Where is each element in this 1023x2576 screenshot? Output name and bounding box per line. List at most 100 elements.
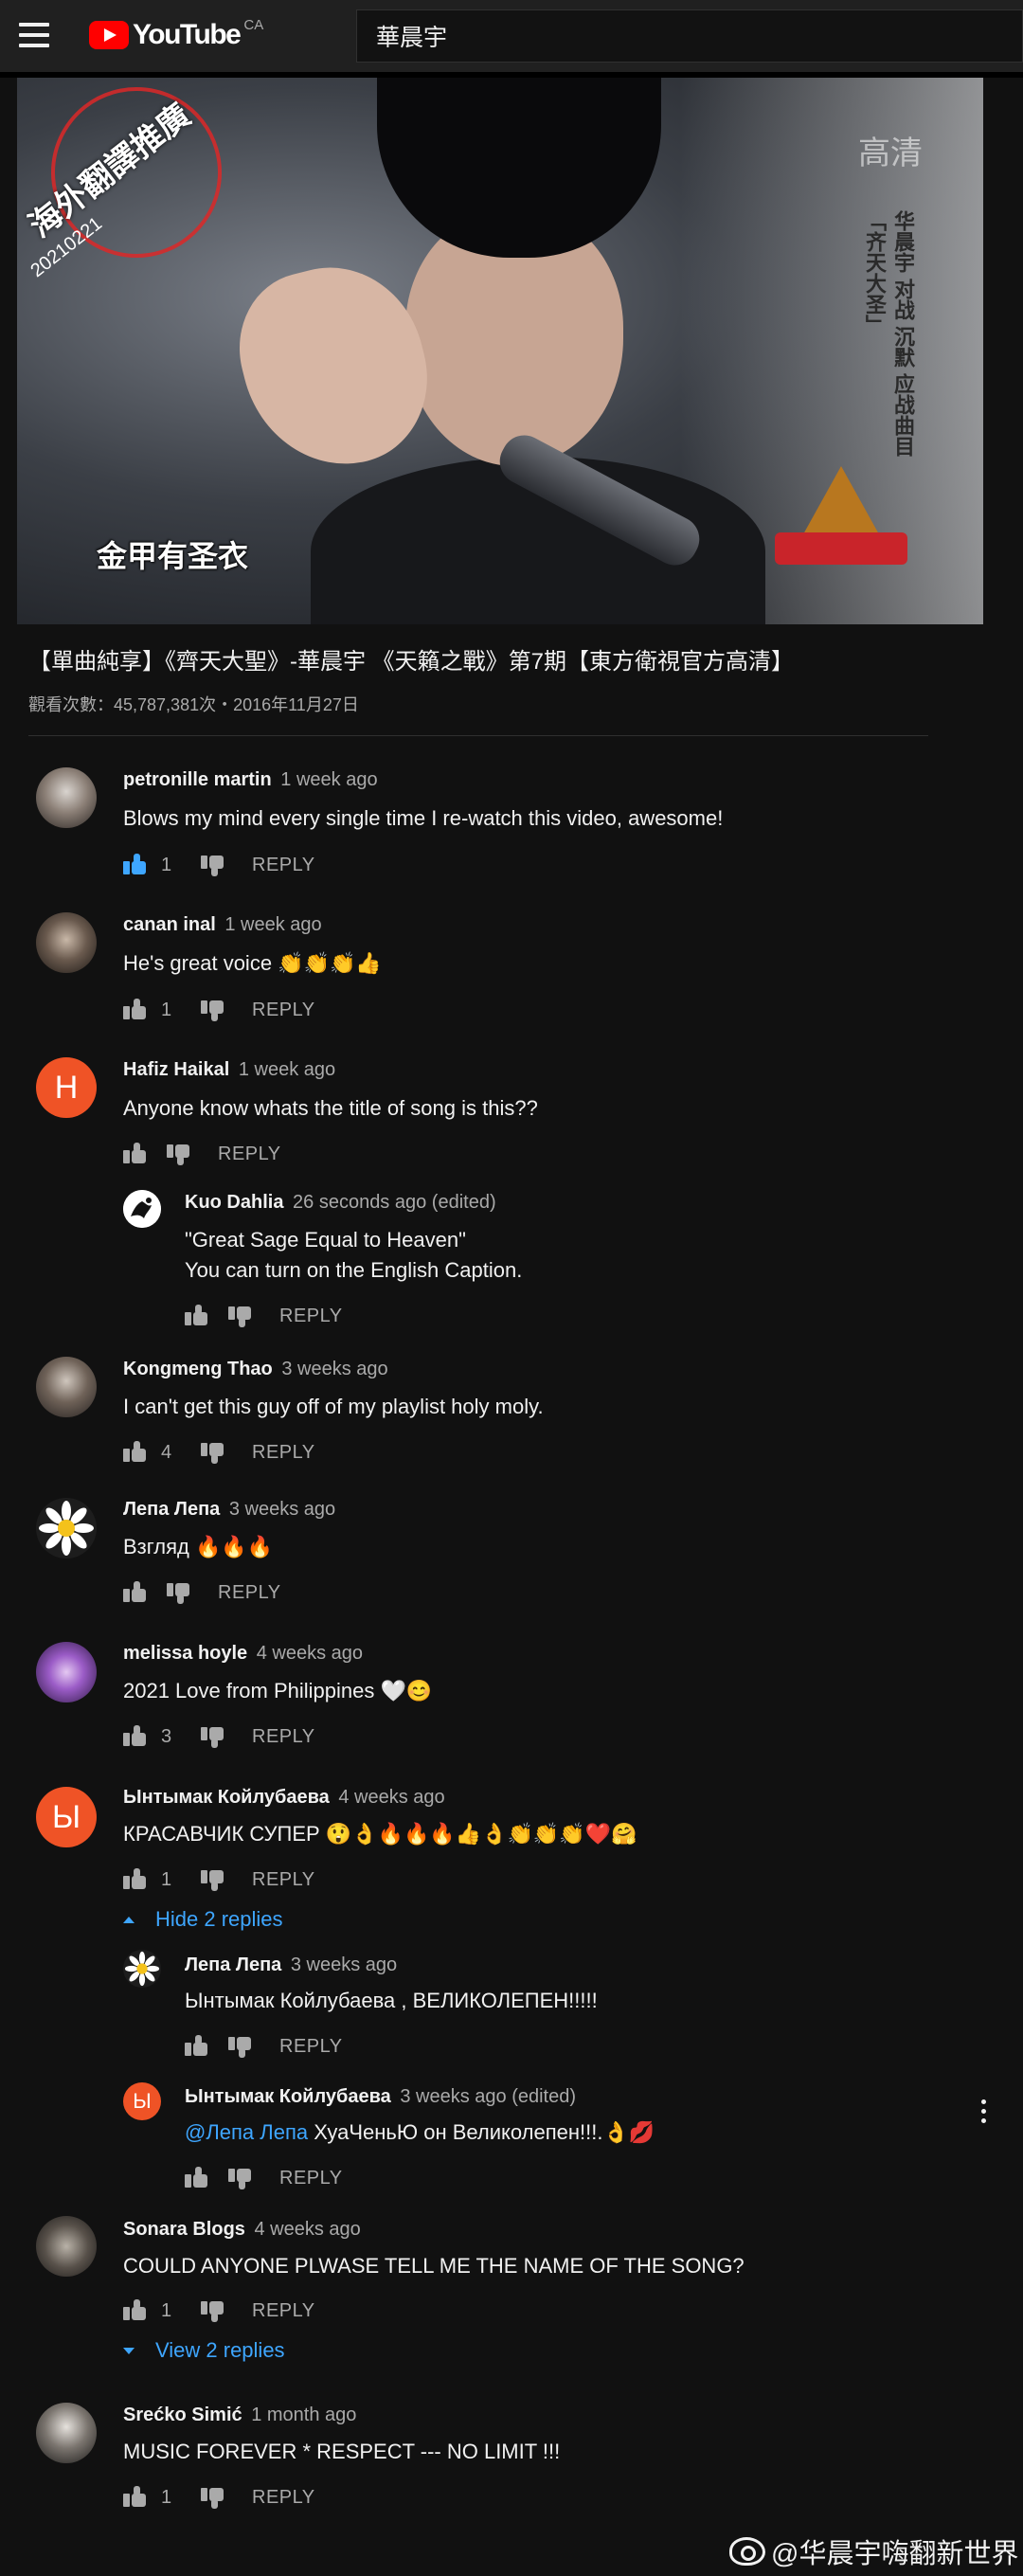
- avatar[interactable]: Ы: [36, 1787, 97, 1847]
- dislike-icon[interactable]: [201, 2486, 225, 2509]
- dislike-icon[interactable]: [228, 1305, 253, 1327]
- hd-tag: 高清: [858, 135, 923, 171]
- reply-button[interactable]: REPLY: [252, 2487, 315, 2509]
- dislike-icon[interactable]: [201, 1868, 225, 1891]
- avatar[interactable]: [36, 767, 97, 828]
- comment-time[interactable]: 3 weeks ago: [229, 1499, 335, 1520]
- comment-time[interactable]: 4 weeks ago: [338, 1787, 444, 1808]
- dislike-icon[interactable]: [228, 2167, 253, 2189]
- comment-time[interactable]: 4 weeks ago: [254, 2219, 360, 2240]
- comment-header: Ынтымак Койлубаева 3 weeks ago (edited): [185, 2086, 576, 2108]
- comment-actions: 1 REPLY: [123, 1865, 315, 1894]
- dislike-icon[interactable]: [201, 2299, 225, 2322]
- reply-button[interactable]: REPLY: [218, 1582, 281, 1604]
- like-icon[interactable]: [185, 2167, 209, 2189]
- like-icon[interactable]: [123, 1725, 148, 1748]
- comment-text: COULD ANYONE PLWASE TELL ME THE NAME OF …: [123, 2254, 745, 2278]
- avatar[interactable]: [123, 1950, 161, 1988]
- avatar[interactable]: [36, 2403, 97, 2463]
- hide-replies-button[interactable]: Hide 2 replies: [123, 1907, 283, 1932]
- search-input[interactable]: 華晨宇: [356, 9, 1023, 63]
- like-icon[interactable]: [123, 1868, 148, 1891]
- avatar[interactable]: [36, 912, 97, 973]
- comment-author[interactable]: Kuo Dahlia: [185, 1192, 283, 1213]
- comment-time[interactable]: 1 month ago: [251, 2405, 356, 2425]
- dislike-icon[interactable]: [167, 1581, 191, 1604]
- comment-author[interactable]: Srećko Simić: [123, 2405, 242, 2425]
- reply-button[interactable]: REPLY: [252, 1442, 315, 1464]
- dislike-icon[interactable]: [201, 1725, 225, 1748]
- like-icon[interactable]: [123, 2299, 148, 2322]
- mention-link[interactable]: @Лепа Лепа: [185, 2120, 308, 2144]
- avatar-letter: Ы: [51, 1798, 81, 1835]
- dislike-icon[interactable]: [228, 2035, 253, 2058]
- comment-actions: REPLY: [123, 1140, 281, 1168]
- comment-time[interactable]: 3 weeks ago: [291, 1955, 397, 1975]
- reply-button[interactable]: REPLY: [252, 1726, 315, 1748]
- comment-time[interactable]: 3 weeks ago (edited): [400, 2086, 576, 2107]
- comment-header: Sonara Blogs 4 weeks ago: [123, 2219, 361, 2241]
- comment-author[interactable]: Лепа Лепа: [123, 1499, 220, 1520]
- comment-time[interactable]: 4 weeks ago: [257, 1643, 363, 1664]
- dislike-icon[interactable]: [167, 1143, 191, 1165]
- comment-author[interactable]: Лепа Лепа: [185, 1955, 281, 1975]
- comment-time[interactable]: 1 week ago: [224, 914, 321, 935]
- comment-text: Blows my mind every single time I re-wat…: [123, 806, 724, 830]
- like-icon[interactable]: [123, 2486, 148, 2509]
- like-icon[interactable]: [123, 1441, 148, 1464]
- divider: [28, 735, 928, 736]
- like-icon[interactable]: [185, 2035, 209, 2058]
- menu-icon[interactable]: [19, 23, 49, 49]
- play-icon: [89, 21, 129, 49]
- comment-time[interactable]: 1 week ago: [239, 1059, 335, 1080]
- avatar[interactable]: [36, 1357, 97, 1417]
- avatar[interactable]: [123, 1190, 161, 1228]
- like-icon[interactable]: [185, 1305, 209, 1327]
- comment-author[interactable]: Hafiz Haikal: [123, 1059, 229, 1080]
- dislike-icon[interactable]: [201, 999, 225, 1021]
- comment-text: Anyone know whats the title of song is t…: [123, 1096, 538, 1120]
- like-icon[interactable]: [123, 1143, 148, 1165]
- comment-author[interactable]: Ынтымак Койлубаева: [185, 2086, 391, 2107]
- comment-author[interactable]: melissa hoyle: [123, 1643, 247, 1664]
- like-icon[interactable]: [123, 999, 148, 1021]
- comment-time[interactable]: 26 seconds ago (edited): [293, 1192, 496, 1213]
- dislike-icon[interactable]: [201, 1441, 225, 1464]
- reply-button[interactable]: REPLY: [252, 2300, 315, 2322]
- avatar[interactable]: [36, 2216, 97, 2277]
- like-icon[interactable]: [123, 854, 148, 876]
- daisy-icon: [124, 1951, 160, 1987]
- avatar[interactable]: [36, 1642, 97, 1702]
- comment-time[interactable]: 1 week ago: [280, 769, 377, 790]
- comment-author[interactable]: Ынтымак Койлубаева: [123, 1787, 330, 1808]
- like-icon[interactable]: [123, 1581, 148, 1604]
- comment-actions: 3 REPLY: [123, 1722, 315, 1751]
- reply-button[interactable]: REPLY: [279, 1306, 343, 1327]
- like-count: 4: [161, 1441, 172, 1463]
- comment-actions: 1 REPLY: [123, 2297, 315, 2325]
- comment-author[interactable]: canan inal: [123, 914, 216, 935]
- video-player[interactable]: 海外翻譯推廣 20210221 高清 华晨宇 对战 沉默 应战曲目「齐天大圣」 …: [17, 78, 983, 624]
- reply-button[interactable]: REPLY: [279, 2168, 343, 2189]
- comment-time[interactable]: 3 weeks ago: [281, 1359, 387, 1379]
- comment-author[interactable]: Kongmeng Thao: [123, 1359, 273, 1379]
- comment-header: Лепа Лепа 3 weeks ago: [185, 1955, 397, 1976]
- reply-button[interactable]: REPLY: [218, 1144, 281, 1165]
- avatar-letter: Ы: [133, 2089, 152, 2113]
- avatar[interactable]: [36, 1498, 97, 1558]
- avatar[interactable]: Ы: [123, 2082, 161, 2120]
- reply-button[interactable]: REPLY: [252, 1869, 315, 1891]
- youtube-logo[interactable]: YouTube CA: [89, 17, 263, 51]
- more-options-icon[interactable]: [981, 2099, 987, 2128]
- reply-button[interactable]: REPLY: [252, 1000, 315, 1021]
- comment-author[interactable]: petronille martin: [123, 769, 272, 790]
- comment-header: Hafiz Haikal 1 week ago: [123, 1059, 335, 1081]
- avatar[interactable]: H: [36, 1057, 97, 1118]
- dislike-icon[interactable]: [201, 854, 225, 876]
- reply-button[interactable]: REPLY: [252, 855, 315, 876]
- reply-button[interactable]: REPLY: [279, 2036, 343, 2058]
- view-replies-button[interactable]: View 2 replies: [123, 2338, 285, 2363]
- comment-author[interactable]: Sonara Blogs: [123, 2219, 245, 2240]
- search-value: 華晨宇: [376, 25, 448, 51]
- comment-text: КРАСАВЧИК СУПЕР 😲👌🔥🔥🔥👍👌👏👏👏❤️🤗: [123, 1822, 637, 1846]
